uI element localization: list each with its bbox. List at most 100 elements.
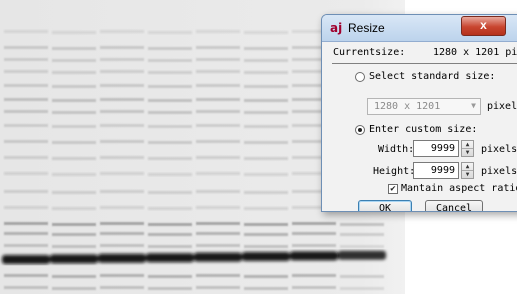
height-label: Height:	[373, 166, 416, 177]
standard-size-value: 1280 x 1201	[374, 101, 441, 112]
height-stepper[interactable]: ▲ ▼	[461, 162, 474, 179]
chevron-down-icon: ▼	[471, 101, 476, 110]
custom-size-radio[interactable]	[355, 125, 365, 135]
gel-band	[244, 157, 288, 160]
gel-band	[148, 141, 192, 144]
current-size-label: Currentsize:	[333, 47, 406, 58]
gel-band	[148, 275, 192, 278]
width-input[interactable]: 9999	[413, 140, 459, 157]
stepper-down-icon[interactable]: ▼	[462, 149, 473, 156]
gel-band	[4, 124, 48, 127]
gel-band	[52, 173, 96, 176]
gel-band	[244, 47, 288, 50]
gel-main-band	[98, 253, 146, 263]
standard-size-radio[interactable]	[355, 72, 365, 82]
gel-band	[196, 156, 240, 159]
standard-size-dropdown[interactable]: 1280 x 1201 ▼	[367, 98, 481, 115]
gel-band	[4, 84, 48, 87]
gel-band	[292, 232, 336, 235]
gel-band	[4, 232, 48, 235]
gel-band	[340, 245, 384, 248]
gel-band	[52, 275, 96, 278]
width-stepper[interactable]: ▲ ▼	[461, 140, 474, 157]
gel-band	[148, 47, 192, 50]
gel-band	[148, 31, 192, 34]
gel-band	[4, 206, 48, 209]
checkmark-icon: ✔	[390, 184, 396, 194]
gel-band	[100, 84, 144, 87]
gel-band	[100, 206, 144, 209]
gel-band	[100, 190, 144, 193]
gel-band	[196, 98, 240, 101]
gel-band	[244, 31, 288, 34]
gel-band	[148, 59, 192, 62]
gel-main-band	[242, 252, 290, 261]
gel-band	[4, 244, 48, 247]
current-size-value: 1280 x 1201 pix	[433, 47, 517, 58]
gel-band	[4, 58, 48, 61]
gel-band	[100, 140, 144, 143]
gel-band	[196, 172, 240, 175]
custom-size-label: Enter custom size:	[369, 124, 478, 135]
gel-band	[52, 287, 96, 290]
gel-band	[4, 30, 48, 33]
gel-main-band	[338, 250, 386, 260]
gel-band	[52, 59, 96, 62]
gel-band	[148, 287, 192, 290]
gel-band	[52, 47, 96, 50]
gel-band	[148, 207, 192, 210]
divider	[332, 63, 517, 64]
gel-band	[244, 275, 288, 278]
gel-band	[100, 244, 144, 247]
gel-band	[292, 274, 336, 277]
width-unit: pixels	[481, 144, 517, 155]
gel-band	[100, 30, 144, 33]
gel-band	[196, 232, 240, 235]
cancel-button[interactable]: Cancel	[425, 200, 483, 211]
gel-band	[4, 140, 48, 143]
gel-band	[100, 70, 144, 73]
gel-band	[292, 286, 336, 289]
gel-band	[52, 223, 96, 226]
gel-band	[4, 274, 48, 277]
aspect-ratio-label: Mantain aspect ratio	[401, 183, 517, 194]
gel-band	[148, 99, 192, 102]
gel-band	[100, 98, 144, 101]
stepper-down-icon[interactable]: ▼	[462, 171, 473, 178]
gel-band	[196, 140, 240, 143]
gel-band	[4, 70, 48, 73]
gel-band	[100, 172, 144, 175]
gel-band	[244, 173, 288, 176]
gel-band	[52, 31, 96, 34]
stepper-up-icon[interactable]: ▲	[462, 141, 473, 149]
gel-band	[148, 111, 192, 114]
gel-band	[100, 156, 144, 159]
gel-band	[340, 287, 384, 290]
gel-band	[148, 233, 192, 236]
height-input[interactable]: 9999	[413, 162, 459, 179]
height-unit: pixels	[481, 166, 517, 177]
gel-band	[148, 245, 192, 248]
dialog-content: Currentsize: 1280 x 1201 pix Select stan…	[322, 42, 517, 211]
gel-band	[148, 173, 192, 176]
standard-size-unit: pixels	[487, 101, 517, 112]
aspect-ratio-checkbox[interactable]: ✔	[388, 184, 398, 194]
gel-band	[52, 99, 96, 102]
ok-button[interactable]: OK	[358, 200, 412, 211]
stepper-up-icon[interactable]: ▲	[462, 163, 473, 171]
gel-band	[196, 124, 240, 127]
title-bar[interactable]: aj Resize x	[322, 15, 517, 42]
gel-band	[4, 172, 48, 175]
imagej-app-icon: aj	[330, 21, 343, 35]
gel-band	[196, 244, 240, 247]
gel-band	[244, 287, 288, 290]
standard-size-label: Select standard size:	[369, 71, 496, 82]
gel-band	[244, 125, 288, 128]
dialog-title: Resize	[348, 21, 385, 35]
gel-band	[52, 141, 96, 144]
close-button[interactable]: x	[461, 16, 506, 36]
gel-band	[244, 71, 288, 74]
gel-band	[52, 157, 96, 160]
gel-band	[52, 71, 96, 74]
gel-band	[100, 286, 144, 289]
